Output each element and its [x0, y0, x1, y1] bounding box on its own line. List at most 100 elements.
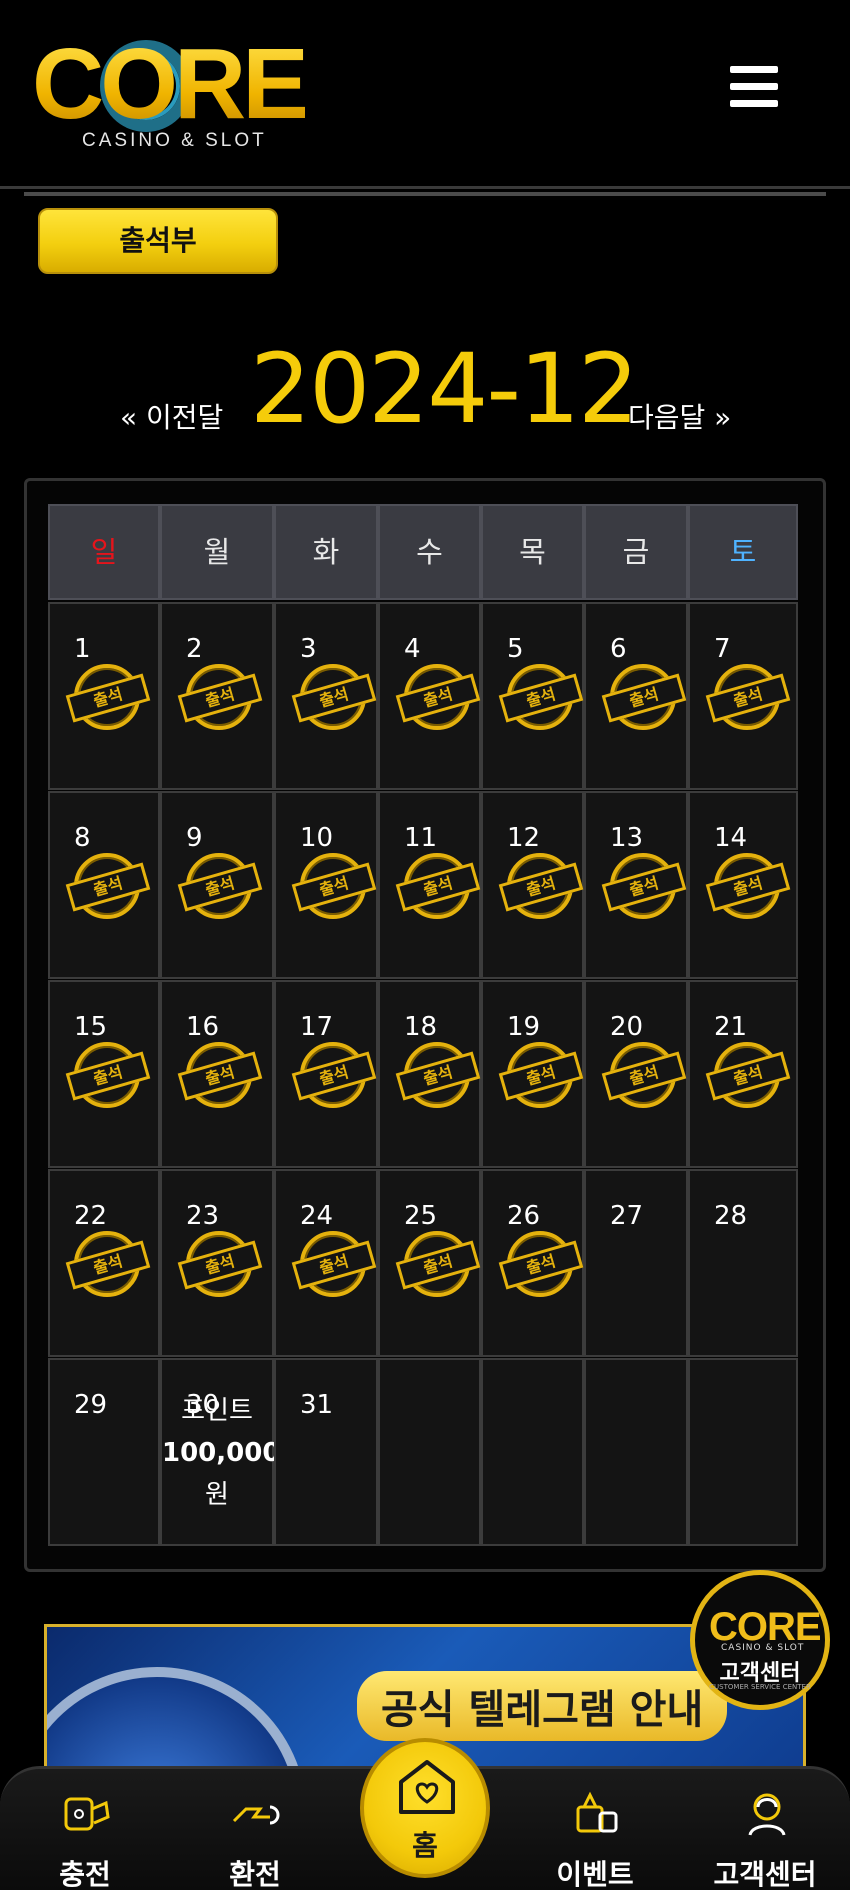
weekday-header: 수 — [378, 504, 481, 600]
calendar-day-cell[interactable]: 4 출석 — [378, 602, 481, 790]
day-number: 21 — [714, 1012, 748, 1042]
calendar-day-cell[interactable]: 27 — [584, 1169, 688, 1357]
attendance-stamp-icon: 출석 — [291, 1042, 377, 1108]
attendance-stamp-icon: 출석 — [705, 664, 791, 730]
day-number: 19 — [507, 1012, 541, 1042]
attendance-stamp-icon: 출석 — [291, 664, 377, 730]
calendar-day-cell[interactable]: 15 출석 — [48, 980, 160, 1168]
calendar-day-cell[interactable]: 10 출석 — [274, 791, 378, 979]
calendar-day-cell[interactable]: 11 출석 — [378, 791, 481, 979]
day-number: 12 — [507, 823, 541, 853]
stamp-label: 출석 — [177, 1051, 263, 1101]
attendance-stamp-icon: 출석 — [291, 1231, 377, 1297]
attendance-stamp-icon: 출석 — [395, 1042, 481, 1108]
withdraw-icon — [232, 1805, 280, 1825]
day-number: 1 — [74, 634, 91, 664]
stamp-label: 출석 — [177, 673, 263, 723]
attendance-stamp-icon: 출석 — [498, 853, 584, 919]
cs-logo-subtitle: CASINO & SLOT — [721, 1643, 805, 1653]
hamburger-menu-icon[interactable] — [730, 66, 780, 110]
nav-event[interactable]: 이벤트 — [520, 1783, 670, 1890]
day-number: 23 — [186, 1201, 220, 1231]
day-number: 8 — [74, 823, 91, 853]
attendance-stamp-icon: 출석 — [177, 1231, 263, 1297]
calendar-day-cell[interactable]: 14 출석 — [688, 791, 798, 979]
nav-support[interactable]: 고객센터 — [690, 1783, 840, 1890]
day-number: 18 — [404, 1012, 438, 1042]
day-number: 26 — [507, 1201, 541, 1231]
day-number: 14 — [714, 823, 748, 853]
calendar-day-cell[interactable]: 18 출석 — [378, 980, 481, 1168]
calendar-day-cell[interactable]: 8 출석 — [48, 791, 160, 979]
header: CORE CASINO & SLOT — [0, 0, 850, 190]
calendar-day-cell[interactable]: 21 출석 — [688, 980, 798, 1168]
nav-home-button[interactable]: 홈 — [360, 1738, 490, 1878]
cs-tiny-label: CUSTOMER SERVICE CENTER — [709, 1683, 811, 1691]
calendar-day-cell[interactable]: 1 출석 — [48, 602, 160, 790]
attendance-stamp-icon: 출석 — [65, 1042, 151, 1108]
calendar-day-cell[interactable]: 2 출석 — [160, 602, 274, 790]
day-number: 3 — [300, 634, 317, 664]
prev-month-link[interactable]: « 이전달 — [120, 396, 223, 436]
calendar-day-cell[interactable] — [378, 1358, 481, 1546]
attendance-stamp-icon: 출석 — [601, 853, 687, 919]
nav-withdraw[interactable]: 환전 — [180, 1783, 330, 1890]
calendar-day-cell[interactable]: 3 출석 — [274, 602, 378, 790]
stamp-label: 출석 — [498, 1240, 584, 1290]
calendar-day-cell[interactable]: 24 출석 — [274, 1169, 378, 1357]
nav-event-label: 이벤트 — [556, 1858, 634, 1890]
calendar-day-cell[interactable]: 28 — [688, 1169, 798, 1357]
calendar-day-cell[interactable] — [688, 1358, 798, 1546]
calendar-day-cell[interactable]: 23 출석 — [160, 1169, 274, 1357]
weekday-header: 금 — [584, 504, 688, 600]
stamp-label: 출석 — [395, 1240, 481, 1290]
calendar-day-cell[interactable] — [481, 1358, 584, 1546]
stamp-label: 출석 — [498, 673, 584, 723]
day-number: 7 — [714, 634, 731, 664]
calendar-day-cell[interactable]: 29 — [48, 1358, 160, 1546]
calendar-day-cell[interactable]: 6 출석 — [584, 602, 688, 790]
calendar-day-cell[interactable]: 7 출석 — [688, 602, 798, 790]
calendar-day-cell[interactable]: 31 — [274, 1358, 378, 1546]
core-logo[interactable]: CORE CASINO & SLOT — [32, 28, 332, 151]
stamp-label: 출석 — [601, 862, 687, 912]
calendar-day-cell[interactable]: 포인트 100,000 원 30 — [160, 1358, 280, 1546]
day-number: 13 — [610, 823, 644, 853]
attendance-stamp-icon: 출석 — [395, 664, 481, 730]
calendar-day-cell[interactable]: 19 출석 — [481, 980, 584, 1168]
stamp-label: 출석 — [177, 862, 263, 912]
day-number: 10 — [300, 823, 334, 853]
weekday-header: 토 — [688, 504, 798, 600]
calendar-day-cell[interactable]: 12 출석 — [481, 791, 584, 979]
calendar-day-cell[interactable]: 22 출석 — [48, 1169, 160, 1357]
gift-icon — [576, 1791, 618, 1833]
stamp-label: 출석 — [291, 673, 377, 723]
attendance-stamp-icon: 출석 — [498, 1042, 584, 1108]
calendar-day-cell[interactable]: 20 출석 — [584, 980, 688, 1168]
day-number: 4 — [404, 634, 421, 664]
logo-text: CORE — [32, 28, 309, 140]
attendance-stamp-icon: 출석 — [395, 853, 481, 919]
next-month-link[interactable]: 다음달 » — [628, 396, 731, 436]
attendance-stamp-icon: 출석 — [177, 664, 263, 730]
day-number: 30 — [186, 1390, 220, 1420]
calendar-day-cell[interactable]: 9 출석 — [160, 791, 274, 979]
calendar-day-cell[interactable]: 26 출석 — [481, 1169, 584, 1357]
calendar-day-cell[interactable] — [584, 1358, 688, 1546]
page-title-button[interactable]: 출석부 — [38, 208, 278, 274]
calendar-day-cell[interactable]: 5 출석 — [481, 602, 584, 790]
day-number: 16 — [186, 1012, 220, 1042]
day-number: 25 — [404, 1201, 438, 1231]
calendar-day-cell[interactable]: 16 출석 — [160, 980, 274, 1168]
customer-service-float-button[interactable]: CORE CASINO & SLOT 고객센터 CUSTOMER SERVICE… — [690, 1570, 830, 1710]
nav-deposit[interactable]: 충전 — [10, 1783, 160, 1890]
stamp-label: 출석 — [395, 1051, 481, 1101]
support-icon — [748, 1793, 786, 1836]
nav-deposit-label: 충전 — [59, 1858, 111, 1890]
calendar-day-cell[interactable]: 13 출석 — [584, 791, 688, 979]
nav-withdraw-label: 환전 — [229, 1858, 281, 1890]
attendance-stamp-icon: 출석 — [65, 853, 151, 919]
day-number: 5 — [507, 634, 524, 664]
calendar-day-cell[interactable]: 17 출석 — [274, 980, 378, 1168]
calendar-day-cell[interactable]: 25 출석 — [378, 1169, 481, 1357]
